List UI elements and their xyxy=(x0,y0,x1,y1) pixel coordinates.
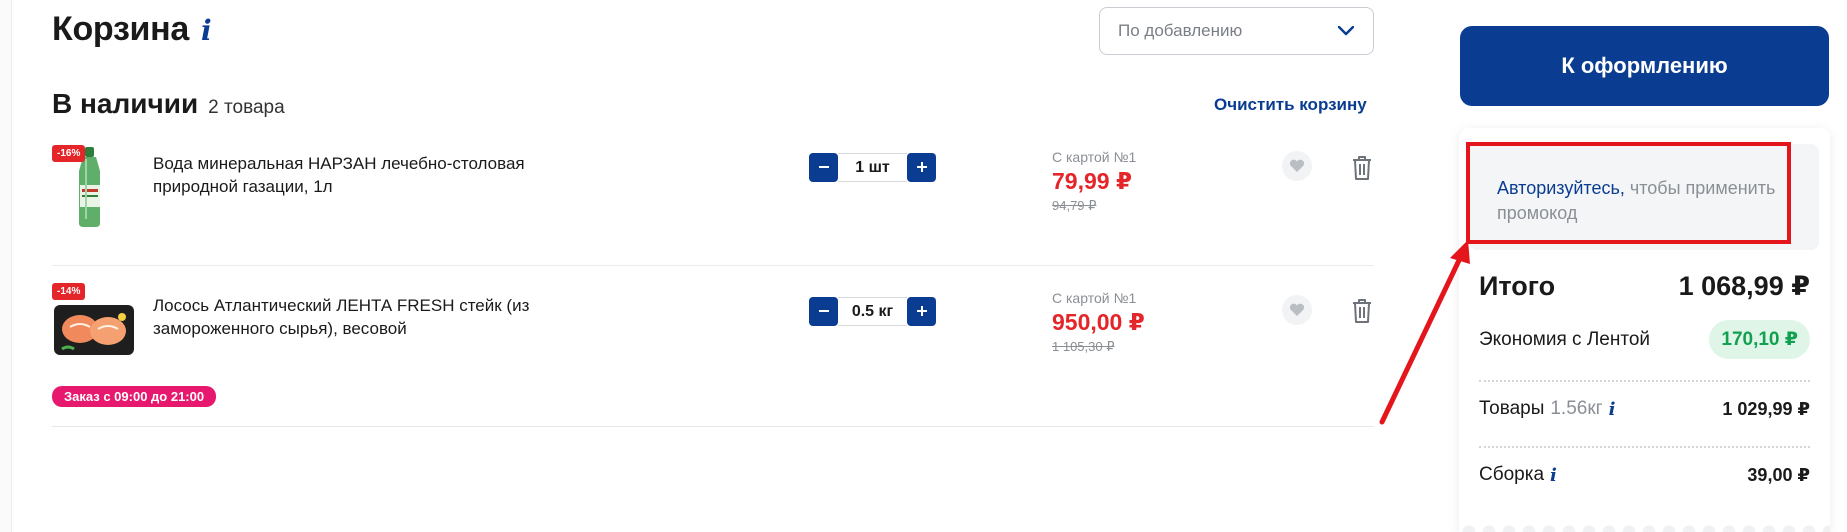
heart-icon xyxy=(1289,303,1305,316)
assembly-value: 39,00 ₽ xyxy=(1747,464,1810,485)
card-price: 950,00 ₽ xyxy=(1052,309,1145,335)
divider xyxy=(52,426,1374,427)
plus-icon xyxy=(916,162,927,172)
favorite-button[interactable] xyxy=(1282,295,1312,325)
sort-select[interactable]: По добавлению xyxy=(1099,7,1374,55)
checkout-button[interactable]: К оформлению xyxy=(1460,26,1829,106)
goods-label: Товары xyxy=(1479,398,1545,419)
cart-item: -16% Вода минеральная НАРЗАН лечебно-сто… xyxy=(52,125,1374,265)
receipt-edge xyxy=(1459,520,1830,532)
trash-icon xyxy=(1353,156,1371,180)
product-name[interactable]: Вода минеральная НАРЗАН лечебно-столовая… xyxy=(153,152,573,198)
delete-button[interactable] xyxy=(1349,154,1375,182)
quantity-value[interactable]: 1 шт xyxy=(838,152,907,182)
decrease-button[interactable] xyxy=(809,296,838,326)
price-block: С картой №1 950,00 ₽ 1 105,30 ₽ xyxy=(1052,290,1145,355)
card-price: 79,99 ₽ xyxy=(1052,168,1132,194)
economy-label: Экономия с Лентой xyxy=(1479,328,1651,350)
highlight-box xyxy=(1466,142,1791,244)
old-price: 94,79 ₽ xyxy=(1052,198,1097,213)
product-image[interactable]: -14% xyxy=(52,283,136,367)
info-icon[interactable]: i xyxy=(1609,399,1616,420)
heart-icon xyxy=(1289,159,1305,172)
increase-button[interactable] xyxy=(907,296,936,326)
info-icon[interactable]: i xyxy=(201,14,212,47)
old-price: 1 105,30 ₽ xyxy=(1052,339,1115,354)
assembly-label: Сборка xyxy=(1479,464,1545,485)
decrease-button[interactable] xyxy=(809,152,838,182)
discount-badge: -14% xyxy=(52,283,86,300)
order-time-badge: Заказ с 09:00 до 21:00 xyxy=(52,386,217,407)
card-label: С картой №1 xyxy=(1052,149,1137,165)
product-name[interactable]: Лосось Атлантический ЛЕНТА FRESH стейк (… xyxy=(153,294,573,340)
quantity-stepper[interactable]: 0.5 кг xyxy=(809,296,936,326)
card-label: С картой №1 xyxy=(1052,290,1137,306)
item-count: 2 товара xyxy=(208,97,285,118)
page-title-text: Корзина xyxy=(52,10,189,48)
quantity-value[interactable]: 0.5 кг xyxy=(838,296,907,326)
cart-item: -14% Лосось Атлантический ЛЕНТА FRESH ст… xyxy=(52,265,1374,405)
section-header: В наличии 2 товара xyxy=(52,88,285,120)
trash-icon xyxy=(1353,299,1371,323)
assembly-row: Сборка i 39,00 ₽ xyxy=(1479,464,1810,486)
page-title: Корзина i xyxy=(52,10,212,49)
discount-badge: -16% xyxy=(52,145,86,162)
total-label: Итого xyxy=(1479,271,1556,301)
goods-weight: 1.56кг xyxy=(1550,398,1603,419)
minus-icon xyxy=(818,310,829,312)
product-image[interactable]: -16% xyxy=(52,145,136,229)
dotted-divider xyxy=(1479,446,1810,448)
quantity-stepper[interactable]: 1 шт xyxy=(809,152,936,182)
dotted-divider xyxy=(1479,380,1810,382)
price-block: С картой №1 79,99 ₽ 94,79 ₽ xyxy=(1052,149,1136,214)
economy-row: Экономия с Лентой 170,10 ₽ xyxy=(1479,320,1810,359)
info-icon[interactable]: i xyxy=(1550,465,1557,486)
goods-row: Товары 1.56кг i 1 029,99 ₽ xyxy=(1479,398,1810,420)
plus-icon xyxy=(916,306,927,316)
total-value: 1 068,99 ₽ xyxy=(1678,271,1810,301)
clear-cart-link[interactable]: Очистить корзину xyxy=(1214,95,1367,115)
goods-value: 1 029,99 ₽ xyxy=(1722,398,1810,419)
section-title: В наличии xyxy=(52,88,199,119)
increase-button[interactable] xyxy=(907,152,936,182)
delete-button[interactable] xyxy=(1349,297,1375,325)
economy-value: 170,10 ₽ xyxy=(1709,320,1810,359)
chevron-down-icon xyxy=(1337,22,1355,40)
total-row: Итого 1 068,99 ₽ xyxy=(1479,271,1810,302)
left-panel-edge xyxy=(0,0,12,532)
minus-icon xyxy=(818,166,829,168)
sort-select-value: По добавлению xyxy=(1118,21,1243,40)
favorite-button[interactable] xyxy=(1282,151,1312,181)
